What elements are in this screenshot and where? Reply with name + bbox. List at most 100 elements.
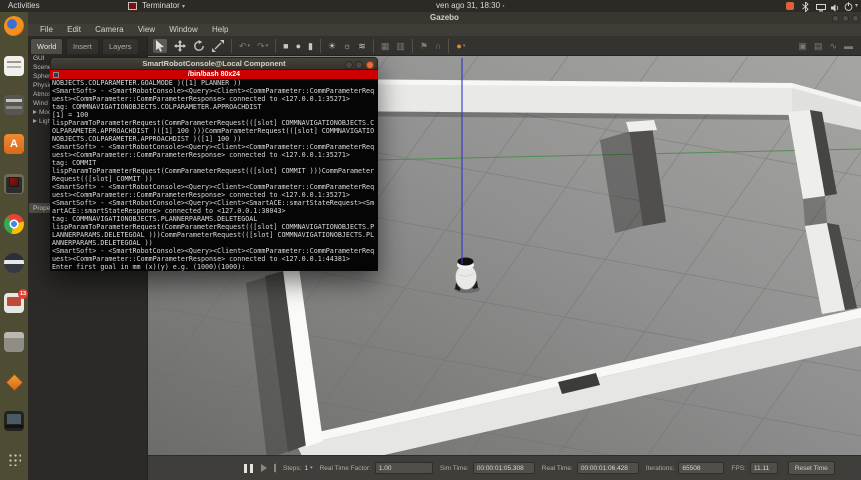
terminal-line: uest><CommParameter::CommParameterRespon… — [52, 95, 378, 103]
dock-terminator-icon-selected[interactable] — [4, 174, 24, 194]
scale-tool-button[interactable] — [212, 40, 224, 52]
select-tool-button[interactable] — [153, 39, 167, 53]
expand-arrow-icon[interactable] — [33, 110, 37, 114]
terminal-minimize-button[interactable] — [345, 61, 353, 69]
gazebo-window-title: Gazebo — [430, 13, 459, 22]
power-icon[interactable] — [844, 1, 853, 13]
directional-light-button[interactable]: ≋ — [358, 37, 366, 55]
menu-view[interactable]: View — [138, 25, 155, 34]
terminal-titlebar[interactable]: SmartRobotConsole@Local Component — [50, 57, 378, 70]
show-applications-icon[interactable] — [7, 452, 21, 466]
dock-firefox-icon[interactable] — [4, 16, 24, 36]
real-time-label: Real Time: — [542, 465, 573, 472]
steps-label: Steps: — [283, 465, 301, 472]
video-record-icon[interactable]: ▬ — [844, 37, 853, 55]
terminal-line: lispParamToParameterRequest(CommParamete… — [52, 223, 378, 231]
steps-caret-icon[interactable]: ▾ — [310, 465, 313, 471]
window-minimize-button[interactable] — [832, 15, 839, 22]
tab-world[interactable]: World — [30, 38, 63, 54]
notification-dot: ● — [502, 3, 504, 8]
terminal-line: uest><CommParameter::CommParameterRespon… — [52, 191, 378, 199]
terminal-line: tag: COMMNAVIGATIONOBJECTS.PLANNERPARAMS… — [52, 215, 378, 223]
screenshot-icon[interactable]: ▣ — [798, 37, 807, 55]
dock-gazebo-icon[interactable] — [4, 372, 24, 392]
joint-caret[interactable]: ▾ — [463, 37, 466, 55]
menu-edit[interactable]: Edit — [67, 25, 81, 34]
paste-button[interactable]: ▥ — [396, 37, 405, 55]
dock-laptop-icon[interactable] — [4, 411, 24, 431]
window-close-button[interactable] — [852, 15, 859, 22]
activities-button[interactable]: Activities — [8, 0, 40, 12]
expand-arrow-icon[interactable] — [33, 119, 37, 123]
notification-badge: 13 — [18, 289, 28, 299]
snap-button[interactable]: ∩ — [435, 37, 441, 55]
dock-badged-app-icon[interactable]: 13 — [4, 293, 24, 313]
terminal-line: <SmartSoft> - <SmartRobotConsole><Query>… — [52, 87, 378, 95]
menu-camera[interactable]: Camera — [95, 25, 123, 34]
plot-icon[interactable]: ∿ — [829, 37, 837, 55]
log-record-icon[interactable]: ▤ — [814, 37, 823, 55]
recording-indicator[interactable] — [786, 2, 794, 10]
menu-file[interactable]: File — [40, 25, 53, 34]
gazebo-menubar: File Edit Camera View Window Help — [28, 24, 861, 36]
terminator-window[interactable]: SmartRobotConsole@Local Component /bin/b… — [50, 57, 378, 271]
rotate-tool-button[interactable] — [193, 40, 205, 52]
bluetooth-icon[interactable] — [802, 1, 809, 13]
terminal-line: NOBJECTS.COLPARAMETER.GOALMODE )([1] PLA… — [52, 79, 378, 87]
dock-app-white-icon[interactable] — [4, 56, 24, 76]
launcher-dock: A 13 — [0, 12, 28, 480]
dock-chrome-icon[interactable] — [4, 214, 24, 234]
terminal-close-button[interactable] — [366, 61, 374, 69]
gazebo-window-titlebar[interactable]: Gazebo — [28, 12, 861, 24]
copy-button[interactable]: ▦ — [381, 37, 390, 55]
terminal-output[interactable]: NOBJECTS.COLPARAMETER.GOALMODE )([1] PLA… — [50, 79, 378, 271]
tab-layers[interactable]: Layers — [102, 38, 139, 54]
menu-window[interactable]: Window — [169, 25, 197, 34]
insert-cylinder-button[interactable]: ▮ — [308, 37, 313, 55]
dock-toolcase-icon[interactable] — [4, 95, 24, 115]
terminal-title: SmartRobotConsole@Local Component — [142, 59, 285, 68]
pause-button[interactable] — [244, 464, 253, 473]
step-button[interactable] — [261, 464, 267, 472]
translate-tool-button[interactable] — [174, 40, 186, 52]
undo-button[interactable]: ↶ — [239, 37, 247, 55]
toolbar-separator — [373, 39, 374, 53]
align-button[interactable]: ⚑ — [420, 37, 428, 55]
undo-history-caret[interactable]: ▾ — [248, 37, 251, 55]
terminator-app-icon — [128, 2, 137, 10]
terminal-line: <SmartSoft> - <SmartRobotConsole><Query>… — [52, 247, 378, 255]
iterations-value-field: 65508 — [678, 462, 724, 474]
point-light-button[interactable]: ☀ — [328, 37, 336, 55]
terminal-line: tag: COMMNAVIGATIONOBJECTS.COLPARAMETER.… — [52, 103, 378, 111]
reset-time-button[interactable]: Reset Time — [788, 461, 835, 475]
joint-creation-button[interactable]: ● — [456, 37, 461, 55]
gazebo-toolbar: ↶ ▾ ↷ ▾ ■ ● ▮ ☀ ☼ ≋ ▦ ▥ ⚑ ∩ ● ▾ ▣ ▤ ∿ ▬ — [148, 36, 861, 56]
select-arrow-icon — [155, 40, 165, 52]
clock-button[interactable]: ven ago 31, 18:30 ● — [436, 0, 505, 12]
dock-files-icon[interactable] — [4, 332, 24, 352]
menu-help[interactable]: Help — [212, 25, 228, 34]
redo-history-caret[interactable]: ▾ — [266, 37, 269, 55]
network-icon[interactable] — [816, 2, 826, 14]
focused-app-menu[interactable]: Terminator ▾ — [142, 0, 185, 12]
terminal-line: Request(([slot] COMMIT )) — [52, 175, 378, 183]
terminal-tab-bar[interactable]: /bin/bash 80x24 — [50, 70, 378, 79]
toolbar-separator — [275, 39, 276, 53]
spot-light-button[interactable]: ☼ — [343, 37, 351, 55]
terminal-line: ANNERPARAMS.DELETEGOAL )) — [52, 239, 378, 247]
steps-value[interactable]: 1 — [304, 465, 308, 472]
tab-insert[interactable]: Insert — [66, 38, 99, 54]
dock-app-a-icon[interactable]: A — [4, 134, 24, 154]
terminal-maximize-button[interactable] — [355, 61, 363, 69]
terminal-line: uest><CommParameter::CommParameterRespon… — [52, 255, 378, 263]
system-menu-caret-icon[interactable]: ▾ — [855, 0, 858, 12]
volume-icon[interactable] — [831, 2, 840, 14]
insert-box-button[interactable]: ■ — [283, 37, 288, 55]
window-maximize-button[interactable] — [842, 15, 849, 22]
dock-striped-circle-icon[interactable] — [4, 253, 24, 273]
terminal-line: OLPARAMETER.APPROACHDIST )([1] 100 )))Co… — [52, 127, 378, 135]
redo-button[interactable]: ↷ — [257, 37, 265, 55]
insert-sphere-button[interactable]: ● — [296, 37, 301, 55]
toolbar-separator — [320, 39, 321, 53]
rtf-label: Real Time Factor: — [320, 465, 371, 472]
